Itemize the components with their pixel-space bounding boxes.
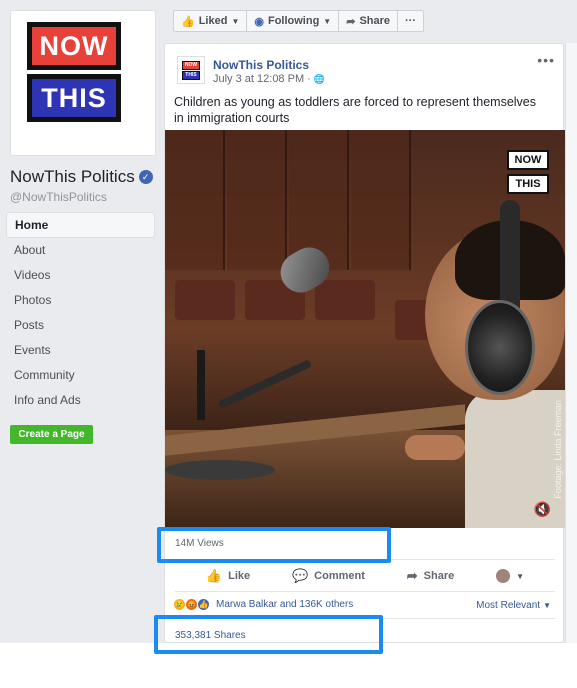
share-label: Share xyxy=(423,570,455,582)
like-icon: 👍 xyxy=(205,568,223,583)
chevron-down-icon: ▼ xyxy=(516,571,525,581)
views-highlight-box xyxy=(157,527,391,563)
liked-button[interactable]: 👍 Liked ▼ xyxy=(173,10,248,32)
headphone-cup xyxy=(465,300,535,395)
wall-panel xyxy=(351,130,411,270)
left-column: NOW THIS NowThis Politics ✓ @NowThisPoli… xyxy=(0,0,163,643)
create-page-button[interactable]: Create a Page xyxy=(10,425,93,444)
sidebar-item-photos[interactable]: Photos xyxy=(6,288,155,313)
mute-icon[interactable]: 🔇 xyxy=(534,501,551,518)
post-time-text: July 3 at 12:08 PM · xyxy=(213,73,311,85)
mic-pole xyxy=(197,350,205,420)
sidebar-item-events[interactable]: Events xyxy=(6,338,155,363)
avatar xyxy=(496,569,511,583)
like-reaction-icon: 👍 xyxy=(197,598,210,611)
globe-icon: 🌐 xyxy=(313,73,326,84)
page-title[interactable]: NowThis Politics ✓ xyxy=(10,167,153,187)
liked-label: Liked xyxy=(198,15,228,27)
page-handle[interactable]: @NowThisPolitics xyxy=(10,190,107,204)
child-hand xyxy=(405,435,465,460)
share-page-button[interactable]: ➦ Share xyxy=(338,10,399,32)
share-label: Share xyxy=(359,15,391,27)
comment-button[interactable]: 💬 Comment xyxy=(292,568,365,584)
post-timestamp[interactable]: July 3 at 12:08 PM · 🌐 xyxy=(213,73,325,85)
like-button[interactable]: 👍 Like xyxy=(206,568,250,584)
share-button[interactable]: ➦ Share xyxy=(407,568,454,584)
post-text: Children as young as toddlers are forced… xyxy=(174,95,536,125)
wall-panel xyxy=(165,130,225,270)
page-action-bar: 👍 Liked ▼ ◉ Following ▼ ➦ Share ··· xyxy=(173,10,425,32)
post-avatar[interactable]: NOW THIS xyxy=(177,56,205,84)
post-more-button[interactable]: ••• xyxy=(537,52,555,68)
divider xyxy=(175,591,555,592)
shares-highlight-box xyxy=(154,615,383,654)
video-logo-this: THIS xyxy=(507,174,549,194)
chevron-down-icon: ▼ xyxy=(323,16,332,26)
comment-icon: 💬 xyxy=(291,568,309,583)
thumbs-up-icon: 👍 xyxy=(181,15,195,28)
right-column-edge xyxy=(565,43,577,643)
sidebar-item-home[interactable]: Home xyxy=(6,212,155,238)
rss-icon: ◉ xyxy=(254,15,264,28)
chevron-down-icon: ▼ xyxy=(543,601,551,610)
sidebar-item-posts[interactable]: Posts xyxy=(6,313,155,338)
sidebar-item-info-and-ads[interactable]: Info and Ads xyxy=(6,388,155,413)
sidebar-item-videos[interactable]: Videos xyxy=(6,263,155,288)
more-options-button[interactable]: ··· xyxy=(397,10,425,32)
page-name-text: NowThis Politics xyxy=(10,167,135,186)
share-icon: ➦ xyxy=(406,568,418,583)
following-button[interactable]: ◉ Following ▼ xyxy=(246,10,340,32)
chair xyxy=(315,280,375,320)
sidebar-item-community[interactable]: Community xyxy=(6,363,155,388)
post-as-selector[interactable]: ▼ xyxy=(496,569,524,583)
wall-panel xyxy=(227,130,287,270)
share-arrow-icon: ➦ xyxy=(346,15,356,28)
post-action-row: 👍 Like 💬 Comment ➦ Share ▼ xyxy=(165,562,565,590)
sidebar-nav: Home About Videos Photos Posts Events Co… xyxy=(6,212,155,413)
chair xyxy=(175,280,235,320)
post-author[interactable]: NowThis Politics xyxy=(213,58,309,72)
video-logo-now: NOW xyxy=(507,150,549,170)
mini-logo-now: NOW xyxy=(182,60,200,70)
sort-comments-dropdown[interactable]: Most Relevant ▼ xyxy=(476,600,551,611)
comment-label: Comment xyxy=(314,570,365,582)
sort-label: Most Relevant xyxy=(476,600,541,611)
like-label: Like xyxy=(228,570,251,582)
logo-this: THIS xyxy=(27,74,121,122)
verified-badge-icon: ✓ xyxy=(138,170,153,184)
mic-base xyxy=(165,460,275,480)
mic-arm xyxy=(217,359,313,409)
video-player[interactable]: NOW THIS Footage: Linda Freeman 🔇 xyxy=(165,130,565,528)
reactions-text: Marwa Balkar and 136K others xyxy=(216,599,354,610)
logo-now: NOW xyxy=(27,22,121,70)
sidebar-item-about[interactable]: About xyxy=(6,238,155,263)
chevron-down-icon: ▼ xyxy=(231,16,240,26)
mini-logo-this: THIS xyxy=(182,70,200,80)
following-label: Following xyxy=(267,15,320,27)
footage-credit: Footage: Linda Freeman xyxy=(553,400,563,499)
reactions-summary[interactable]: 😢 😡 👍 Marwa Balkar and 136K others xyxy=(173,598,353,611)
